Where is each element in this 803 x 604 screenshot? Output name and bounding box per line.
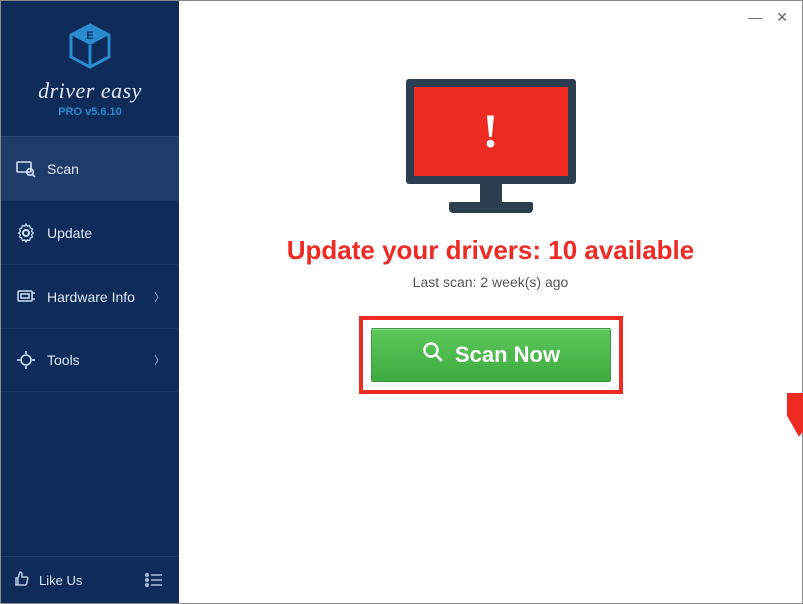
brand-name: driver easy <box>1 78 179 104</box>
menu-list-icon[interactable] <box>141 567 167 593</box>
main-panel: — ✕ ! Update your drivers: 10 available … <box>179 1 802 603</box>
window-controls: — ✕ <box>734 1 802 34</box>
last-scan-text: Last scan: 2 week(s) ago <box>413 274 569 290</box>
close-button[interactable]: ✕ <box>776 9 788 26</box>
chevron-right-icon: 〉 <box>154 289 165 305</box>
minimize-button[interactable]: — <box>748 9 762 26</box>
sidebar-item-hardware-info[interactable]: Hardware Info 〉 <box>1 264 179 328</box>
tools-icon <box>15 350 37 370</box>
sidebar: E driver easy PRO v5.6.10 Scan <box>1 1 179 603</box>
sidebar-item-tools[interactable]: Tools 〉 <box>1 328 179 392</box>
svg-text:E: E <box>86 30 93 42</box>
logo-block: E driver easy PRO v5.6.10 <box>1 1 179 136</box>
scan-button-highlight: Scan Now <box>359 316 623 394</box>
scan-content: ! Update your drivers: 10 available Last… <box>179 1 802 394</box>
sidebar-item-update[interactable]: Update <box>1 200 179 264</box>
sidebar-footer: Like Us <box>1 556 179 603</box>
scan-icon <box>15 159 37 179</box>
alert-monitor-icon: ! <box>406 79 576 213</box>
like-us-link[interactable]: Like Us <box>39 573 133 588</box>
sidebar-item-label: Scan <box>47 161 165 177</box>
annotation-arrow-icon <box>787 393 803 473</box>
brand-version: PRO v5.6.10 <box>1 106 179 118</box>
thumbs-up-icon <box>13 570 31 591</box>
search-icon <box>421 340 445 370</box>
app-window: E driver easy PRO v5.6.10 Scan <box>1 1 802 603</box>
scan-now-label: Scan Now <box>455 342 560 368</box>
gear-icon <box>15 223 37 243</box>
sidebar-item-scan[interactable]: Scan <box>1 136 179 200</box>
sidebar-nav: Scan Update <box>1 136 179 556</box>
sidebar-item-label: Hardware Info <box>47 289 154 305</box>
headline-text: Update your drivers: 10 available <box>287 235 695 266</box>
exclamation-icon: ! <box>483 104 499 159</box>
brand-logo-icon: E <box>67 23 113 72</box>
sidebar-item-label: Update <box>47 225 165 241</box>
chevron-right-icon: 〉 <box>154 352 165 368</box>
sidebar-item-label: Tools <box>47 352 154 368</box>
hardware-icon <box>15 287 37 307</box>
scan-now-button[interactable]: Scan Now <box>371 328 611 382</box>
